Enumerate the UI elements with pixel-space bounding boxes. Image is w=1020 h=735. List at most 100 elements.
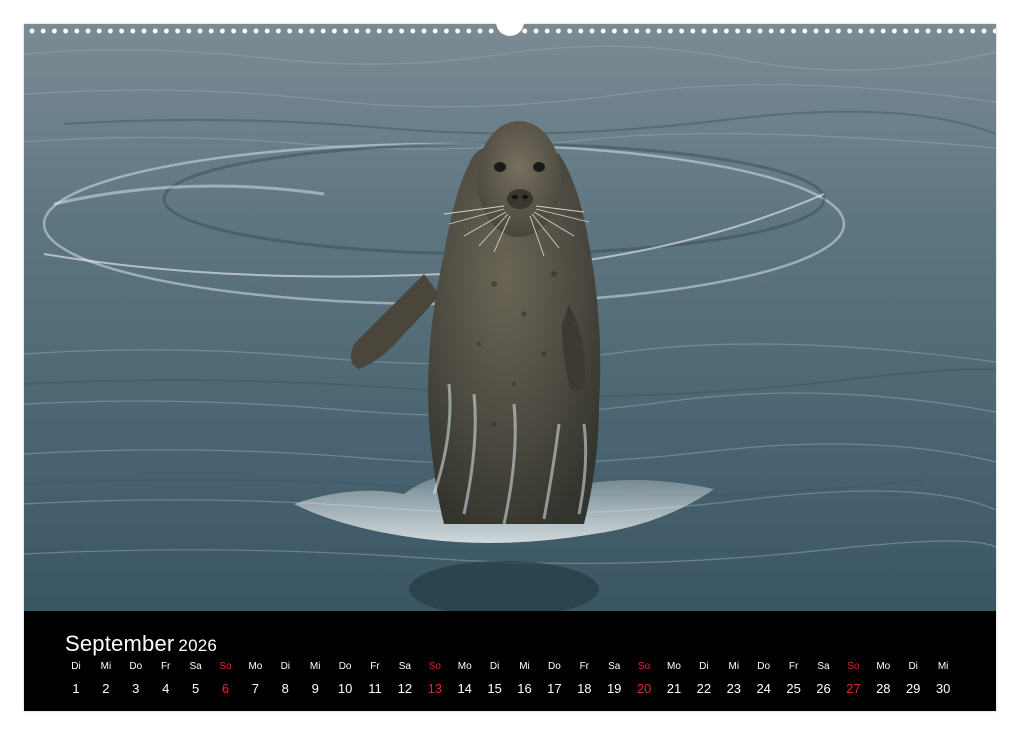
- binding-hole: [174, 28, 181, 34]
- day-number: 24: [756, 681, 771, 696]
- binding-hole: [813, 28, 819, 34]
- binding-hole: [633, 28, 640, 34]
- binding-hole: [734, 28, 741, 34]
- weekday-label: Fr: [160, 661, 171, 672]
- weekday-label: Do: [547, 661, 561, 672]
- calendar-day: Mi 16: [510, 661, 540, 697]
- binding-hole: [566, 28, 573, 34]
- day-number: 4: [162, 681, 170, 696]
- binding-hole: [790, 28, 797, 34]
- binding-hole: [902, 28, 909, 34]
- binding-hole: [320, 28, 327, 34]
- day-number: 21: [666, 681, 682, 696]
- day-number: 29: [905, 681, 921, 696]
- binding-hole: [555, 28, 562, 34]
- binding-hole: [376, 28, 383, 34]
- calendar-day: Di 1: [61, 661, 91, 697]
- binding-hole: [824, 28, 831, 34]
- binding-hole: [779, 28, 786, 34]
- binding-hole: [85, 28, 91, 34]
- binding-hole: [443, 28, 450, 34]
- binding-hole: [432, 28, 439, 34]
- binding-hole: [622, 28, 629, 34]
- weekday-label: So: [219, 661, 232, 672]
- binding-hole: [309, 28, 315, 34]
- binding-hole: [141, 28, 147, 34]
- binding-hole: [981, 28, 987, 34]
- calendar-day: Fr 11: [360, 661, 390, 697]
- binding-hole: [73, 28, 80, 34]
- weekday-label: Sa: [398, 661, 411, 672]
- binding-hole: [947, 28, 954, 34]
- binding-hole: [297, 28, 304, 34]
- weekday-label: Sa: [817, 661, 830, 672]
- weekday-label: Mi: [937, 661, 949, 672]
- binding-hole: [656, 28, 663, 34]
- calendar-day: Sa 19: [599, 661, 629, 697]
- binding-hole: [701, 28, 707, 34]
- weekday-label: Mo: [667, 661, 681, 672]
- day-number: 25: [786, 681, 801, 696]
- binding-hole: [29, 28, 35, 34]
- calendar-day: Mi 2: [91, 661, 121, 697]
- day-number: 15: [487, 681, 502, 696]
- seal-photo-graphic: [24, 24, 996, 611]
- binding-hole: [286, 28, 293, 34]
- calendar-day: Do 17: [539, 661, 569, 697]
- binding-hole: [835, 28, 842, 34]
- binding-hole: [745, 28, 752, 34]
- calendar-day: Sa 26: [809, 661, 839, 697]
- binding-hole: [577, 28, 584, 34]
- day-number: 12: [397, 681, 413, 696]
- calendar-day: Di 29: [898, 661, 928, 697]
- calendar-day: So 27: [838, 661, 868, 697]
- seal-photo: [24, 24, 996, 611]
- weekday-label: Mi: [309, 661, 321, 672]
- day-row: Di 1 Mi 2 Do 3 Fr 4 Sa 5 So 6 Mo 7 Di 8 Mi 9 Do 10 Fr 11 Sa 12 S…: [61, 661, 981, 701]
- binding-hole: [488, 28, 495, 34]
- binding-hole: [611, 28, 618, 34]
- weekday-label: Do: [338, 661, 352, 672]
- month-title: September 2026: [65, 631, 217, 657]
- binding-hole: [891, 28, 898, 34]
- weekday-label: Di: [489, 661, 500, 672]
- calendar-day: Mi 30: [928, 661, 958, 697]
- day-number: 20: [636, 681, 652, 696]
- binding-hole: [454, 28, 461, 34]
- binding-hole: [197, 28, 203, 34]
- weekday-label: Fr: [370, 661, 380, 672]
- day-number: 26: [816, 681, 831, 696]
- binding-hole: [768, 28, 775, 34]
- calendar-day: So 13: [420, 661, 450, 697]
- day-number: 13: [427, 681, 443, 696]
- binding-hole: [118, 28, 125, 34]
- calendar-day: Fr 18: [569, 661, 599, 697]
- weekday-label: Sa: [608, 661, 621, 672]
- calendar-day: Di 15: [480, 661, 510, 697]
- calendar-day: Do 10: [330, 661, 360, 697]
- binding-hole: [544, 28, 551, 34]
- binding-hole: [925, 28, 931, 34]
- binding-hole: [264, 28, 271, 34]
- weekday-label: Mi: [728, 661, 740, 672]
- day-number: 30: [935, 681, 951, 696]
- calendar-day: Di 8: [270, 661, 300, 697]
- day-number: 23: [726, 681, 742, 696]
- day-number: 18: [577, 681, 592, 696]
- binding-hole: [958, 28, 965, 34]
- weekday-label: Mi: [519, 661, 530, 672]
- weekday-label: Di: [71, 661, 81, 672]
- binding-hole: [589, 28, 595, 34]
- binding-hole: [342, 28, 349, 34]
- binding-hole: [667, 28, 674, 34]
- day-number: 28: [876, 681, 891, 696]
- binding-hole: [869, 28, 875, 34]
- calendar-day: Do 3: [121, 661, 151, 697]
- day-number: 1: [72, 681, 80, 696]
- binding-hole: [387, 28, 394, 34]
- binding-hole: [353, 28, 360, 34]
- binding-hole: [913, 28, 920, 34]
- binding-hole: [241, 28, 248, 34]
- month-name: September: [65, 631, 175, 656]
- calendar-day: So 6: [211, 661, 241, 697]
